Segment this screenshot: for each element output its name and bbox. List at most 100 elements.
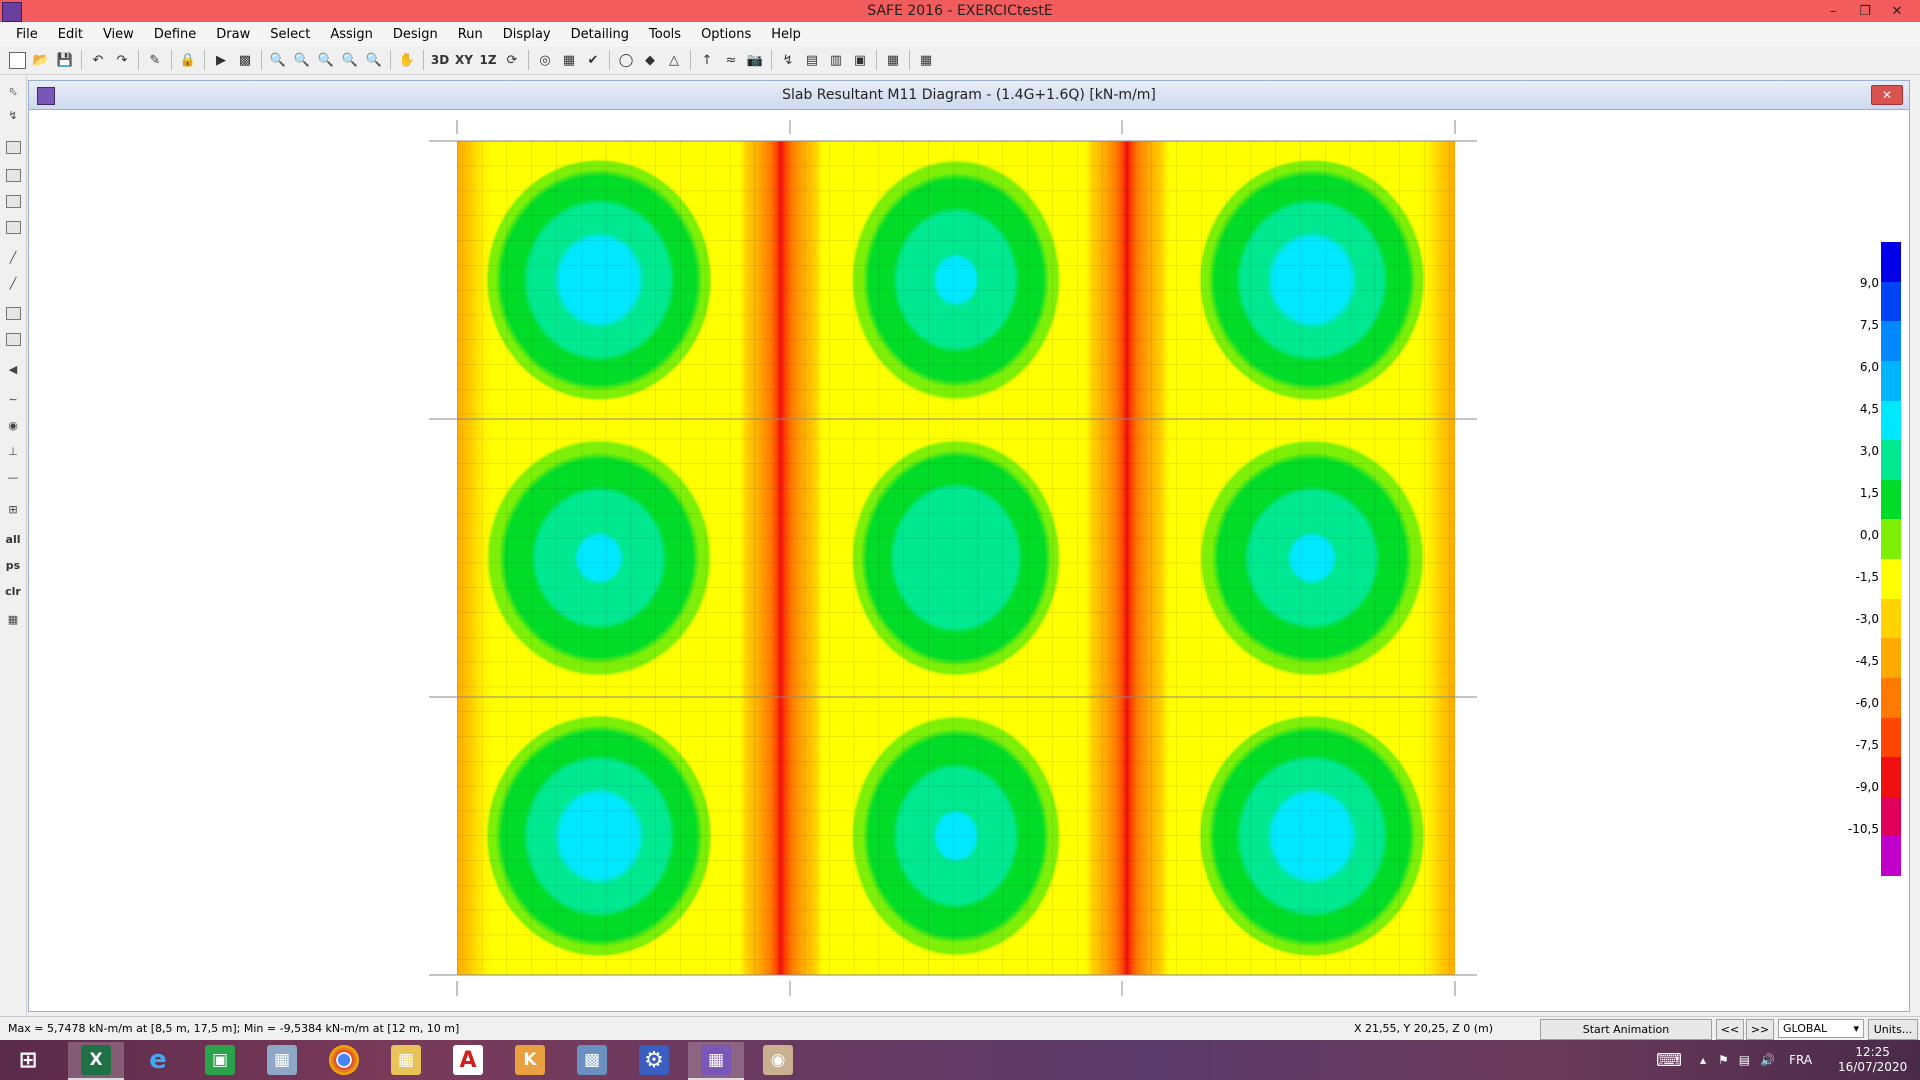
glasses-icon[interactable]: ◎: [534, 49, 556, 71]
table-icon[interactable]: ▦: [915, 49, 937, 71]
network-status-icon[interactable]: ▤: [1739, 1053, 1750, 1067]
new-file-icon[interactable]: [6, 49, 28, 71]
draw-area-icon[interactable]: [3, 138, 23, 156]
chrome-taskbar-button[interactable]: [316, 1042, 372, 1078]
dimension-icon[interactable]: ⊥: [3, 442, 23, 460]
previous-selection-button[interactable]: ps: [3, 556, 23, 574]
slab-forces-icon[interactable]: ▥: [825, 49, 847, 71]
vertical-scrollbar[interactable]: [1901, 110, 1909, 990]
draw-point-icon[interactable]: ◉: [3, 416, 23, 434]
flag-icon[interactable]: ⚑: [1718, 1053, 1729, 1067]
intersecting-line-select-icon[interactable]: ▦: [3, 610, 23, 628]
close-diagram-button[interactable]: ✕: [1871, 85, 1903, 105]
view-1z-button[interactable]: 1Z: [477, 49, 499, 71]
draw-rebar-icon[interactable]: ∼: [3, 390, 23, 408]
clear-selection-button[interactable]: clr: [3, 582, 23, 600]
save-icon[interactable]: 💾: [54, 49, 76, 71]
menu-assign[interactable]: Assign: [320, 27, 383, 42]
run-analysis-icon[interactable]: ▶: [210, 49, 232, 71]
menu-edit[interactable]: Edit: [48, 27, 93, 42]
menu-draw[interactable]: Draw: [206, 27, 260, 42]
previous-step-button[interactable]: <<: [1716, 1019, 1744, 1040]
menu-view[interactable]: View: [93, 27, 144, 42]
run-design-icon[interactable]: ▩: [234, 49, 256, 71]
redo-icon[interactable]: ↷: [111, 49, 133, 71]
safe-app-icon[interactable]: [2, 2, 22, 22]
grid-icon[interactable]: ▦: [882, 49, 904, 71]
menu-define[interactable]: Define: [144, 27, 206, 42]
reshape-icon[interactable]: ↯: [3, 106, 23, 124]
draw-column-icon[interactable]: [3, 218, 23, 236]
next-step-button[interactable]: >>: [1746, 1019, 1774, 1040]
zoom-out-icon[interactable]: 🔍: [339, 49, 361, 71]
select-all-button[interactable]: all: [3, 530, 23, 548]
view-3d-button[interactable]: 3D: [429, 49, 451, 71]
menu-file[interactable]: File: [0, 27, 48, 42]
pencil-icon[interactable]: ✎: [144, 49, 166, 71]
draw-strip-icon[interactable]: [3, 304, 23, 322]
menu-select[interactable]: Select: [260, 27, 320, 42]
close-app-button[interactable]: ✕: [1882, 0, 1912, 22]
draw-design-strip-icon[interactable]: [3, 330, 23, 348]
draw-tendon-icon[interactable]: ◀: [3, 360, 23, 378]
start-animation-button[interactable]: Start Animation: [1540, 1019, 1712, 1040]
menu-help[interactable]: Help: [761, 27, 811, 42]
menu-design[interactable]: Design: [383, 27, 448, 42]
excel-taskbar-button[interactable]: X: [68, 1042, 124, 1080]
menu-tools[interactable]: Tools: [639, 27, 691, 42]
settings-taskbar-button[interactable]: ⚙: [626, 1042, 682, 1078]
zoom-window-icon[interactable]: 🔍: [267, 49, 289, 71]
safe-taskbar-button[interactable]: ▦: [688, 1042, 744, 1080]
menu-display[interactable]: Display: [493, 27, 561, 42]
snap-icon[interactable]: ⊞: [3, 500, 23, 518]
clock[interactable]: 12:25 16/07/2020: [1838, 1045, 1907, 1075]
check-icon[interactable]: ✔: [582, 49, 604, 71]
strip-forces-icon[interactable]: ▤: [801, 49, 823, 71]
file-explorer-taskbar-button[interactable]: ▦: [378, 1042, 434, 1078]
reaction-icon[interactable]: ↑: [696, 49, 718, 71]
minimize-button[interactable]: –: [1818, 0, 1848, 22]
units-button[interactable]: Units...: [1868, 1019, 1918, 1040]
start-button[interactable]: ⊞: [0, 1042, 56, 1078]
zoom-in-icon[interactable]: 🔍: [315, 49, 337, 71]
zoom-previous-icon[interactable]: 🔍: [291, 49, 313, 71]
open-file-icon[interactable]: 📂: [30, 49, 52, 71]
menu-options[interactable]: Options: [691, 27, 761, 42]
paint-taskbar-button[interactable]: ◉: [750, 1042, 806, 1078]
sketchup-pro-taskbar-button[interactable]: K: [502, 1042, 558, 1078]
undo-icon[interactable]: ↶: [87, 49, 109, 71]
remote-desktop-taskbar-button[interactable]: ▩: [564, 1042, 620, 1078]
draw-quick-area-icon[interactable]: [3, 192, 23, 210]
menu-detailing[interactable]: Detailing: [561, 27, 639, 42]
circle-icon[interactable]: ◯: [615, 49, 637, 71]
rotate-view-icon[interactable]: ⟳: [501, 49, 523, 71]
volume-icon[interactable]: 🔊: [1760, 1053, 1775, 1067]
object-filter-icon[interactable]: ▦: [558, 49, 580, 71]
coordinate-system-select[interactable]: GLOBAL ▾: [1778, 1019, 1864, 1038]
punching-icon[interactable]: ▣: [849, 49, 871, 71]
draw-line-icon[interactable]: ╱: [3, 248, 23, 266]
measure-icon[interactable]: —: [3, 468, 23, 486]
lock-icon[interactable]: 🔒: [177, 49, 199, 71]
calculator-taskbar-button[interactable]: ▦: [254, 1042, 310, 1078]
internet-explorer-taskbar-button[interactable]: e: [130, 1042, 186, 1078]
camera-icon[interactable]: 📷: [744, 49, 766, 71]
draw-rectangle-icon[interactable]: [3, 166, 23, 184]
store-taskbar-button[interactable]: ▣: [192, 1042, 248, 1078]
pan-icon[interactable]: ✋: [396, 49, 418, 71]
menu-run[interactable]: Run: [448, 27, 493, 42]
pointer-icon[interactable]: ⬁: [3, 82, 23, 100]
support-icon[interactable]: ◆: [639, 49, 661, 71]
language-indicator[interactable]: FRA: [1789, 1053, 1812, 1067]
diagram-window-icon[interactable]: [37, 87, 55, 105]
deformed-shape-icon[interactable]: ≈: [720, 49, 742, 71]
view-xy-button[interactable]: XY: [453, 49, 475, 71]
draw-beam-icon[interactable]: ╱: [3, 274, 23, 292]
zoom-extents-icon[interactable]: 🔍: [363, 49, 385, 71]
contour-canvas[interactable]: [29, 110, 1909, 1010]
triangle-icon[interactable]: △: [663, 49, 685, 71]
moment-diagram-icon[interactable]: ↯: [777, 49, 799, 71]
keyboard-icon[interactable]: ⌨: [1656, 1050, 1682, 1071]
plot-area[interactable]: 9,0 7,5 6,0 4,5 3,0 1,5 0,0 -1,5 -3,0 -4…: [29, 110, 1909, 1010]
acrobat-taskbar-button[interactable]: A: [440, 1042, 496, 1078]
